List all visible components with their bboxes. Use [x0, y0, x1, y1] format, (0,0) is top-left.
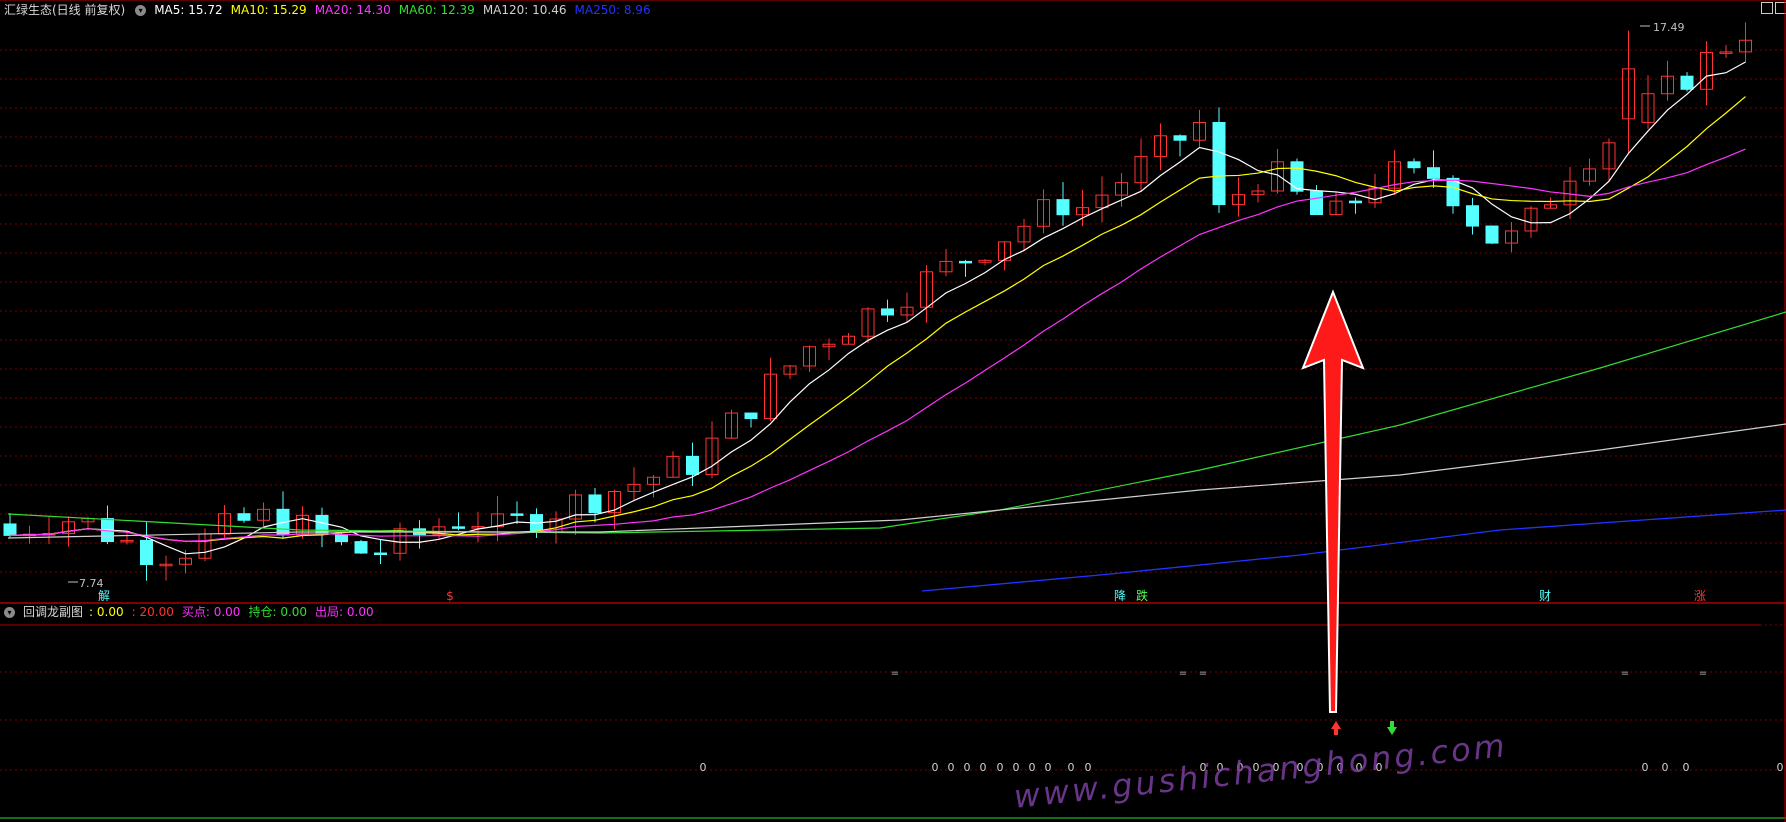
candle-body [1466, 205, 1479, 227]
zero-mark: 0 [1662, 761, 1669, 774]
candle-body [744, 412, 758, 420]
zero-mark: 0 [1045, 761, 1052, 774]
zero-mark: 0 [1642, 761, 1649, 774]
signal-label: $ [446, 589, 454, 603]
candle-body [335, 534, 348, 543]
candle-body [510, 513, 524, 516]
annotation-arrow [1301, 289, 1365, 713]
sell-arrow-icon [1387, 721, 1397, 735]
signal-label: 财 [1539, 589, 1551, 603]
candle-body [1407, 161, 1421, 169]
signal-label: 涨 [1694, 588, 1706, 603]
eq-mark: = [1179, 668, 1187, 679]
ma-line [9, 148, 1746, 542]
candle-body [1680, 75, 1694, 90]
eq-mark: = [1699, 668, 1707, 679]
candle-body [237, 513, 251, 521]
zero-mark: 0 [1777, 761, 1784, 774]
eq-mark: = [1621, 668, 1629, 679]
zero-mark: 0 [1683, 761, 1690, 774]
zero-mark: 0 [997, 761, 1004, 774]
zero-mark: 0 [1029, 761, 1036, 774]
kline-chart[interactable]: 17.497.74解 $ 降跌财涨= = = = =0 0 0 0 0 0 0 0 0 0 0 0 0 0 0 0 0 0 0 0… [0, 0, 1786, 822]
candle-body [959, 260, 972, 264]
candle-body [452, 526, 465, 529]
candle-body [1212, 122, 1226, 206]
candle-body [374, 552, 387, 556]
ma-line [9, 96, 1746, 542]
zero-mark: 0 [932, 761, 939, 774]
zero-mark: 0 [948, 761, 955, 774]
signal-label: 解 [98, 589, 110, 603]
ma-line [9, 61, 1746, 555]
eq-mark: = [1199, 668, 1207, 679]
candle-body [1485, 225, 1499, 244]
zero-mark: 0 [964, 761, 971, 774]
zero-mark: 0 [1013, 761, 1020, 774]
signal-label: 降 [1114, 589, 1126, 603]
candle-body [881, 308, 894, 316]
ma250-line [921, 509, 1786, 592]
buy-arrow-icon [1331, 721, 1341, 735]
candle-body [354, 541, 368, 554]
candle-body [1427, 167, 1440, 179]
zero-mark: 0 [980, 761, 987, 774]
candle-body [588, 494, 602, 514]
candle-body [1290, 161, 1304, 192]
candle-body [3, 523, 17, 536]
candle-body [1173, 135, 1187, 141]
ma120-line [7, 423, 1786, 539]
ma60-line [7, 311, 1786, 534]
candle-body [1310, 190, 1323, 216]
candle-body [1349, 200, 1362, 204]
zero-mark: 0 [700, 761, 707, 774]
candle-body [140, 539, 153, 566]
candle-body [1056, 199, 1070, 216]
candle-body [686, 455, 699, 475]
signal-label: 跌 [1136, 588, 1148, 603]
eq-mark: = [891, 668, 899, 679]
high-price-label: 17.49 [1653, 21, 1685, 34]
